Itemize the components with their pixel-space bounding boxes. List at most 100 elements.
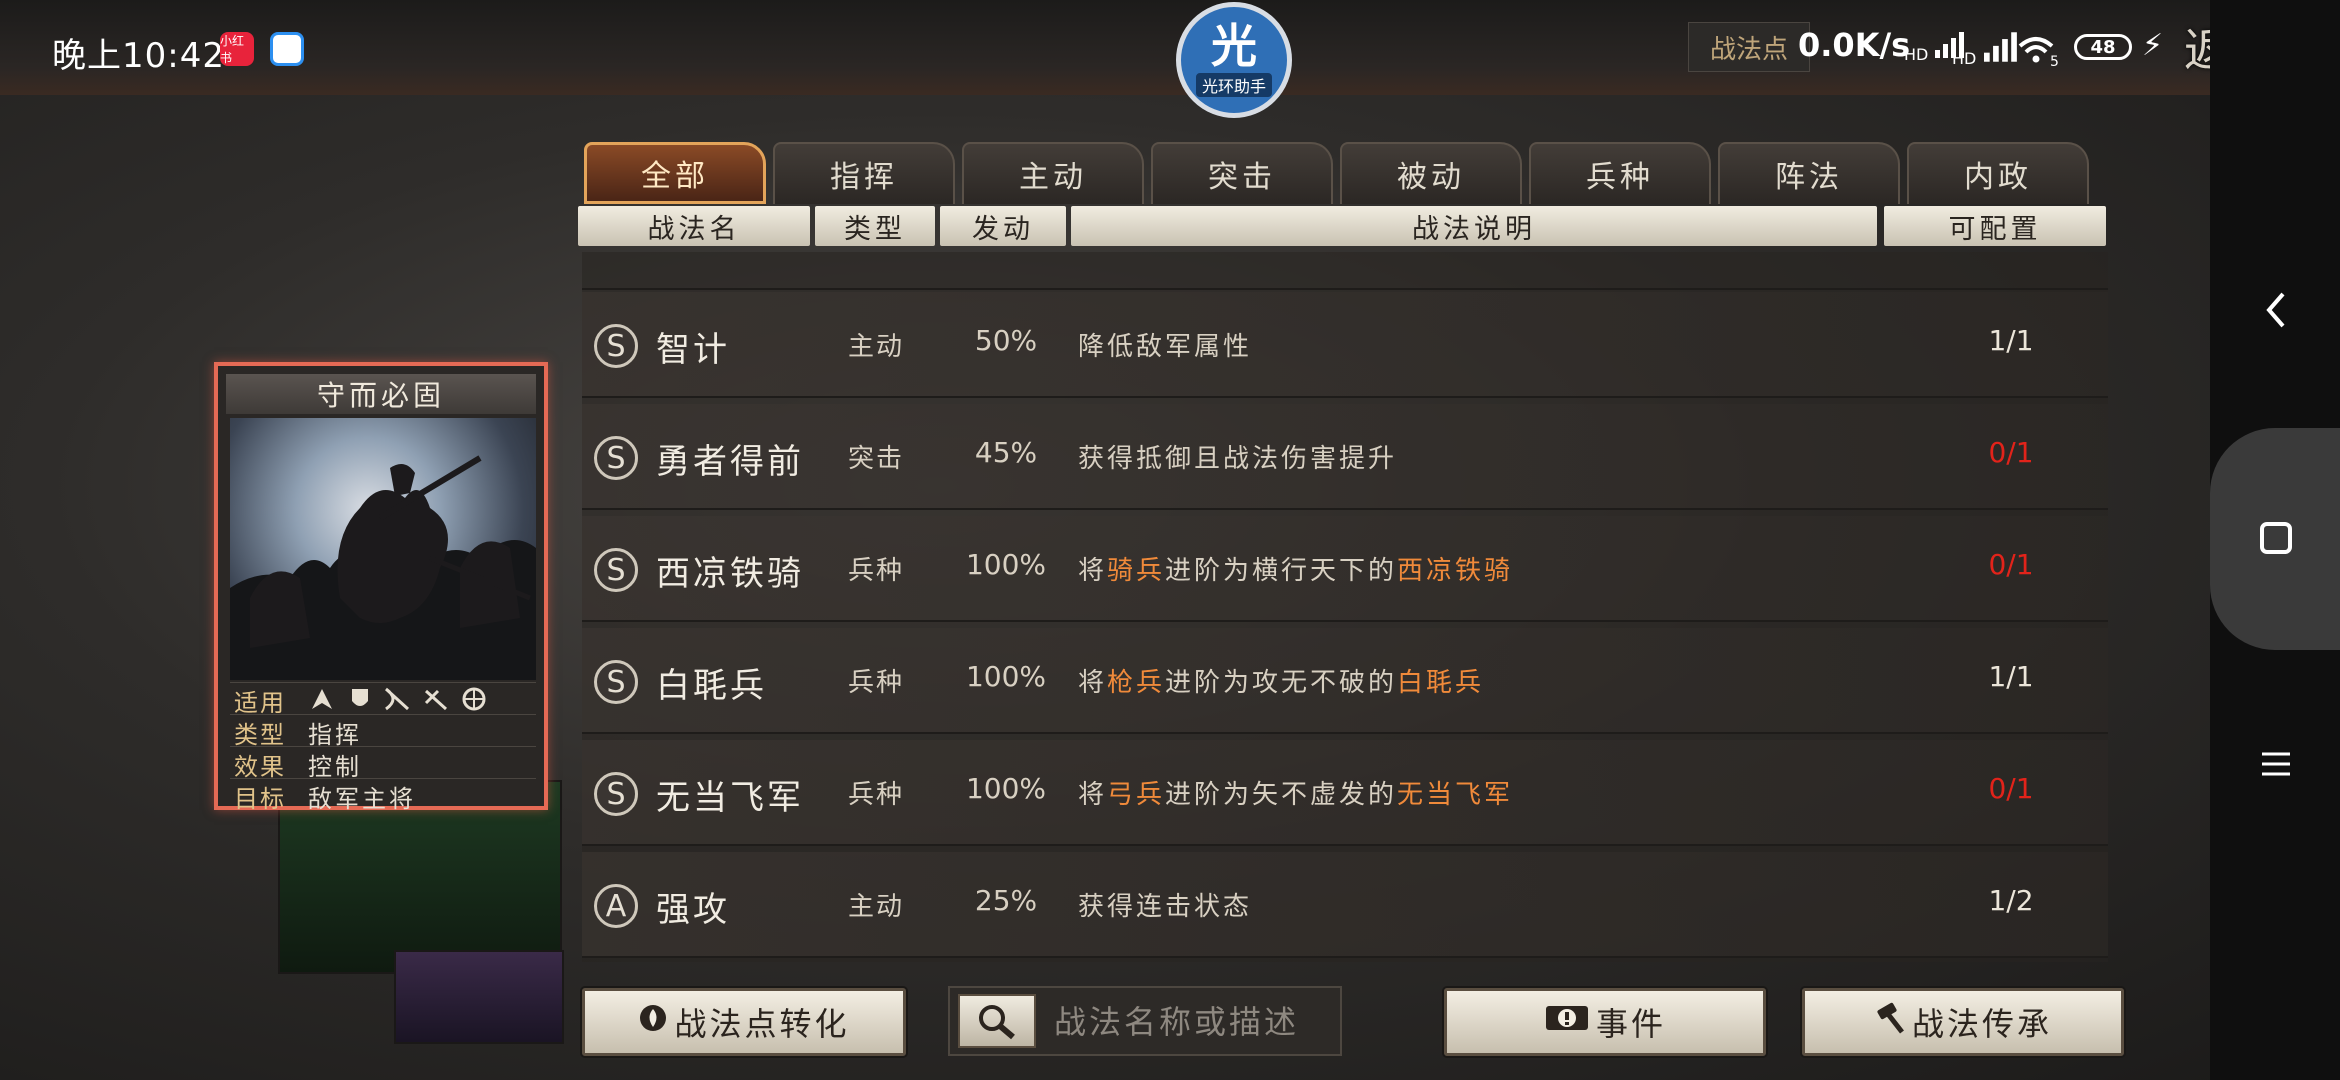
description-highlight: 骑兵 [1107,556,1166,586]
tab-troop-type[interactable]: 兵种 [1529,142,1711,204]
tactic-row[interactable]: S 勇者得前 突击 45% 获得抵御且战法伤害提升 0/1 [582,404,2108,510]
col-header-type[interactable]: 类型 [815,206,935,246]
assistant-logo-char: 光 [1211,19,1257,73]
card-stat-type: 类型 指挥 [230,714,536,749]
tactic-rate: 50% [974,324,1038,357]
description-text: 将 [1078,556,1108,586]
description-text: 获得连击状态 [1078,892,1253,922]
tactic-rate: 100% [965,660,1047,693]
tab-all[interactable]: 全部 [584,142,766,204]
tactic-name: 白毦兵 [656,666,767,706]
tactic-row[interactable]: S 白毦兵 兵种 100% 将枪兵进阶为攻无不破的白毦兵 1/1 [582,628,2108,734]
assistant-logo-text: 光环助手 [1195,73,1272,97]
nav-back-icon[interactable] [2246,290,2306,340]
deck-card-back-2[interactable] [394,950,564,1044]
description-highlight: 枪兵 [1107,668,1166,698]
tactic-row[interactable]: A 强攻 主动 25% 获得连击状态 1/2 [582,852,2108,958]
tactic-list[interactable]: S 智计 主动 50% 降低敌军属性 1/1 S 勇者得前 突击 45% 获得抵御且战法伤害提升 0/… [582,252,2108,962]
card-stat-effect: 效果 控制 [230,746,536,781]
description-highlight: 西凉铁骑 [1397,556,1514,586]
tab-passive[interactable]: 被动 [1340,142,1522,204]
signal-hd2-icon: HD [1952,30,2021,68]
tab-command[interactable]: 指挥 [773,142,955,204]
column-header-row: 战法名 类型 发动 战法说明 可配置 [578,206,2111,246]
col-header-description[interactable]: 战法说明 [1071,206,1877,246]
grade-badge: S [594,772,638,816]
partial-row [582,252,2108,290]
tactic-name: 强攻 [656,890,730,930]
description-text: 进阶为矢不虚发的 [1165,780,1398,810]
card-stat-target: 目标 敌军主将 [230,778,536,813]
tactic-row[interactable]: S 西凉铁骑 兵种 100% 将骑兵进阶为横行天下的西凉铁骑 0/1 [582,516,2108,622]
tactic-description: 获得抵御且战法伤害提升 [1078,438,1397,475]
event-button[interactable]: 事件 [1444,988,1766,1056]
description-text: 将 [1078,668,1108,698]
event-label: 事件 [1595,1005,1666,1043]
tactic-card[interactable]: 守而必固 适用 类型 指挥 效果 控制 目标 敌军主将 [214,362,548,813]
col-header-name[interactable]: 战法名 [578,206,810,246]
tactic-count: 1/1 [1988,660,2034,693]
card-stat-key: 适用 [234,689,286,717]
category-tabs: 全部 指挥 主动 突击 被动 兵种 阵法 内政 [584,142,2096,204]
description-highlight: 弓兵 [1107,780,1166,810]
assistant-logo[interactable]: 光 光环助手 [1176,2,1292,118]
description-text: 进阶为攻无不破的 [1165,668,1398,698]
col-header-rate[interactable]: 发动 [940,206,1066,246]
tactic-name: 勇者得前 [656,442,804,482]
grade-badge: S [594,436,638,480]
tactic-type: 兵种 [848,556,905,586]
card-stat-key: 目标 [234,785,286,813]
inherit-tactic-label: 战法传承 [1911,1005,2052,1043]
col-header-count[interactable]: 可配置 [1884,206,2106,246]
tactic-type: 兵种 [848,780,905,810]
app-notification-icon [270,32,304,66]
tactic-count: 1/2 [1988,884,2034,917]
wifi-icon: 5 [2016,34,2059,70]
tactic-row[interactable]: S 无当飞军 兵种 100% 将弓兵进阶为矢不虚发的无当飞军 0/1 [582,740,2108,846]
card-title: 守而必固 [226,374,536,414]
tactic-count: 0/1 [1988,548,2034,581]
tactic-description: 获得连击状态 [1078,886,1252,923]
convert-points-label: 战法点转化 [674,1005,850,1043]
inherit-tactic-button[interactable]: 战法传承 [1802,988,2124,1056]
tactic-description: 将骑兵进阶为横行天下的西凉铁骑 [1078,550,1513,587]
tactic-name: 西凉铁骑 [656,554,804,594]
nav-home-icon[interactable] [2246,520,2306,566]
tactic-type: 突击 [848,444,905,474]
signal-hd-label: HD [1904,45,1929,64]
status-time: 晚上10:42 [52,36,225,76]
grade-badge: S [594,548,638,592]
hammer-icon [1874,1002,1906,1042]
tactic-rate: 45% [974,436,1038,469]
description-highlight: 无当飞军 [1397,780,1514,810]
tab-active[interactable]: 主动 [962,142,1144,204]
battery-indicator: 48 [2074,34,2132,60]
wifi-sub-label: 5 [2050,54,2059,70]
tactic-count: 0/1 [1988,772,2034,805]
signal-hd2-label: HD [1952,49,1977,68]
tactic-count: 1/1 [1988,324,2034,357]
nav-menu-icon[interactable] [2246,746,2306,792]
search-box [948,986,1342,1056]
search-input[interactable] [1052,998,1336,1046]
tactic-rate: 25% [974,884,1038,917]
tactic-type: 主动 [848,892,905,922]
flame-icon [638,1003,668,1041]
tactic-description: 降低敌军属性 [1078,326,1252,363]
grade-badge: A [594,884,638,928]
convert-points-button[interactable]: 战法点转化 [582,988,906,1056]
tab-formation[interactable]: 阵法 [1718,142,1900,204]
tactic-rate: 100% [965,548,1047,581]
description-text: 进阶为横行天下的 [1165,556,1398,586]
alert-icon [1544,1003,1590,1041]
tactic-type: 兵种 [848,668,905,698]
tactic-row[interactable]: S 智计 主动 50% 降低敌军属性 1/1 [582,292,2108,398]
card-stat-key: 效果 [234,753,286,781]
tab-assault[interactable]: 突击 [1151,142,1333,204]
search-icon[interactable] [958,994,1036,1048]
tactic-count: 0/1 [1988,436,2034,469]
card-stat-key: 类型 [234,721,286,749]
description-text: 降低敌军属性 [1078,332,1253,362]
tab-internal-affairs[interactable]: 内政 [1907,142,2089,204]
tactic-points-label: 战法点 [1688,22,1810,72]
